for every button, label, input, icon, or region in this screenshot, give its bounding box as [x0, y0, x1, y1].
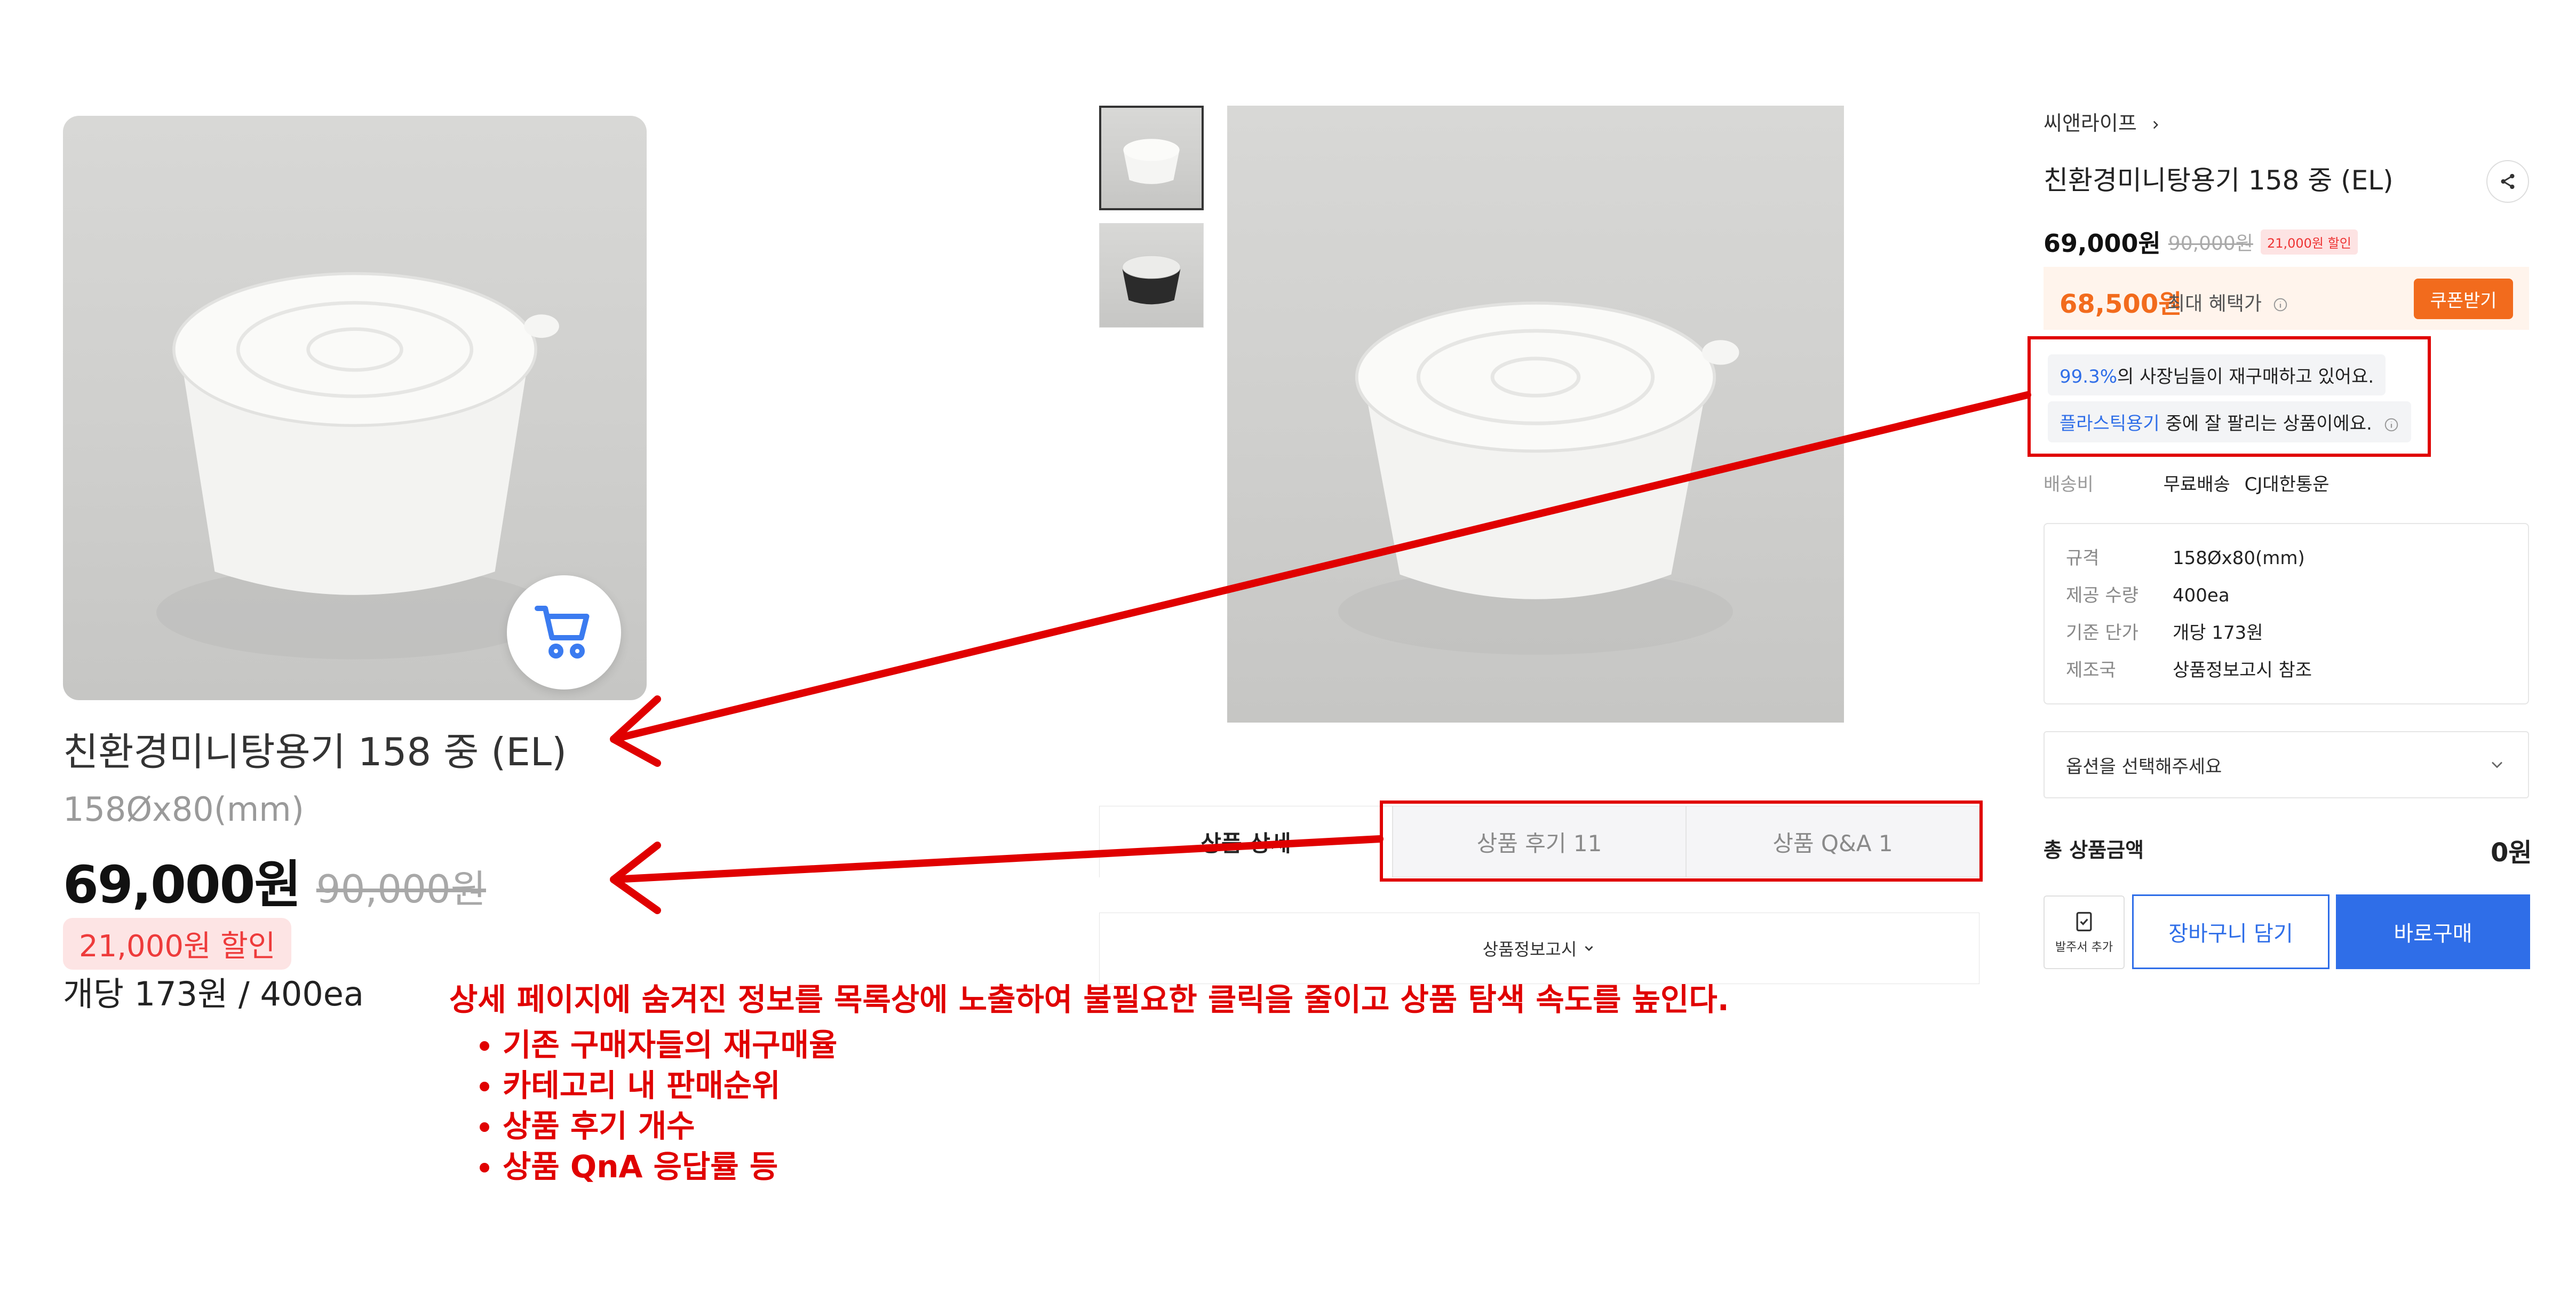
spec-key: 제공 수량: [2066, 585, 2138, 606]
annotation-bullet: 상품 후기 개수: [503, 1106, 1729, 1146]
tab-product-detail[interactable]: 상품 상세: [1099, 806, 1393, 877]
spec-row: 기준 단가 개당 173원: [2066, 618, 2263, 644]
spec-value: 개당 173원: [2173, 622, 2263, 644]
annotation-main-text: 상세 페이지에 숨겨진 정보를 목록상에 노출하여 불필요한 클릭을 줄이고 상…: [449, 981, 1729, 1018]
thumbnail-photo: [1123, 139, 1180, 184]
product-notice-toggle[interactable]: 상품정보고시: [1099, 913, 1979, 984]
card-sale-price: 69,000원: [63, 855, 301, 915]
spec-row: 제조국 상품정보고시 참조: [2066, 655, 2312, 681]
card-price-row: 69,000원 90,000원: [63, 843, 486, 917]
container-photo: [1338, 302, 1739, 655]
share-icon: [2501, 173, 2515, 189]
info-icon[interactable]: [2272, 297, 2288, 313]
coupon-button[interactable]: 쿠폰받기: [2414, 279, 2513, 319]
annotation-bullet-list: 기존 구매자들의 재구매율 카테고리 내 판매순위 상품 후기 개수 상품 Qn…: [449, 1025, 1729, 1187]
brand-link[interactable]: 씨앤라이프: [2044, 107, 2162, 136]
original-price: 90,000원: [2168, 233, 2253, 255]
chevron-right-icon: [2153, 121, 2158, 129]
highlight-box-stats: [2028, 336, 2431, 457]
chevron-down-icon: [2492, 762, 2502, 768]
spec-value: 400ea: [2173, 585, 2230, 606]
order-sheet-icon: [2076, 911, 2092, 932]
chevron-down-icon: [1585, 946, 1593, 952]
buy-now-button[interactable]: 바로구매: [2336, 894, 2530, 969]
thumbnail-white-container[interactable]: [1099, 106, 1204, 210]
annotation-caption: 상세 페이지에 숨겨진 정보를 목록상에 노출하여 불필요한 클릭을 줄이고 상…: [449, 974, 1729, 1187]
spec-row: 제공 수량 400ea: [2066, 581, 2230, 607]
spec-key: 제조국: [2066, 660, 2116, 681]
spec-table: 규격 158Øx80(mm) 제공 수량 400ea 기준 단가 개당 173원 제조…: [2044, 523, 2529, 704]
shipping-value: 무료배송: [2163, 474, 2230, 495]
option-placeholder: 옵션을 선택해주세요: [2066, 756, 2222, 778]
product-notice-label: 상품정보고시: [1482, 939, 1577, 960]
card-product-title[interactable]: 친환경미니탕용기 158 중 (EL): [63, 720, 567, 776]
spec-value: 상품정보고시 참조: [2173, 660, 2312, 681]
shipping-row: 배송비 무료배송 CJ대한통운: [2044, 470, 2329, 496]
benefit-label: 최대 혜택가: [2167, 288, 2288, 316]
card-unit-info: 개당 173원 / 400ea: [63, 974, 364, 1013]
total-label: 총 상품금액: [2044, 838, 2144, 862]
total-value: 0원: [2491, 838, 2532, 868]
shipping-carrier: CJ대한통운: [2244, 474, 2329, 495]
highlight-box-tabs: [1380, 800, 1983, 882]
card-discount-badge: 21,000원 할인: [63, 918, 292, 970]
order-sheet-label: 발주서 추가: [2055, 941, 2113, 954]
spec-key: 기준 단가: [2066, 622, 2138, 644]
spec-row: 규격 158Øx80(mm): [2066, 543, 2305, 569]
option-select[interactable]: 옵션을 선택해주세요: [2044, 731, 2529, 798]
main-product-image: [1227, 106, 1844, 723]
discount-badge: 21,000원 할인: [2260, 229, 2358, 255]
spec-key: 규격: [2066, 548, 2100, 569]
card-original-price: 90,000원: [316, 867, 486, 911]
shipping-label: 배송비: [2044, 474, 2094, 495]
add-order-sheet-button[interactable]: 발주서 추가: [2044, 895, 2125, 969]
thumbnail-black-container[interactable]: [1099, 223, 1204, 328]
brand-name: 씨앤라이프: [2044, 112, 2137, 135]
price-row: 69,000원 90,000원 21,000원 할인: [2044, 224, 2358, 259]
thumbnail-photo: [1122, 255, 1181, 305]
cart-icon: [535, 606, 590, 659]
annotation-bullet: 기존 구매자들의 재구매율: [503, 1025, 1729, 1065]
spec-value: 158Øx80(mm): [2173, 548, 2305, 569]
add-to-cart-button[interactable]: [507, 575, 621, 689]
annotation-bullet: 카테고리 내 판매순위: [503, 1065, 1729, 1106]
annotation-bullet: 상품 QnA 응답률 등: [503, 1146, 1729, 1187]
sale-price: 69,000원: [2044, 229, 2161, 258]
add-to-cart-button[interactable]: 장바구니 담기: [2132, 894, 2329, 969]
card-product-spec: 158Øx80(mm): [63, 790, 304, 829]
product-title: 친환경미니탕용기 158 중 (EL): [2044, 165, 2394, 196]
share-button[interactable]: [2486, 160, 2529, 203]
benefit-label-text: 최대 혜택가: [2167, 293, 2262, 315]
benefit-price: 68,500원: [2060, 289, 2182, 319]
